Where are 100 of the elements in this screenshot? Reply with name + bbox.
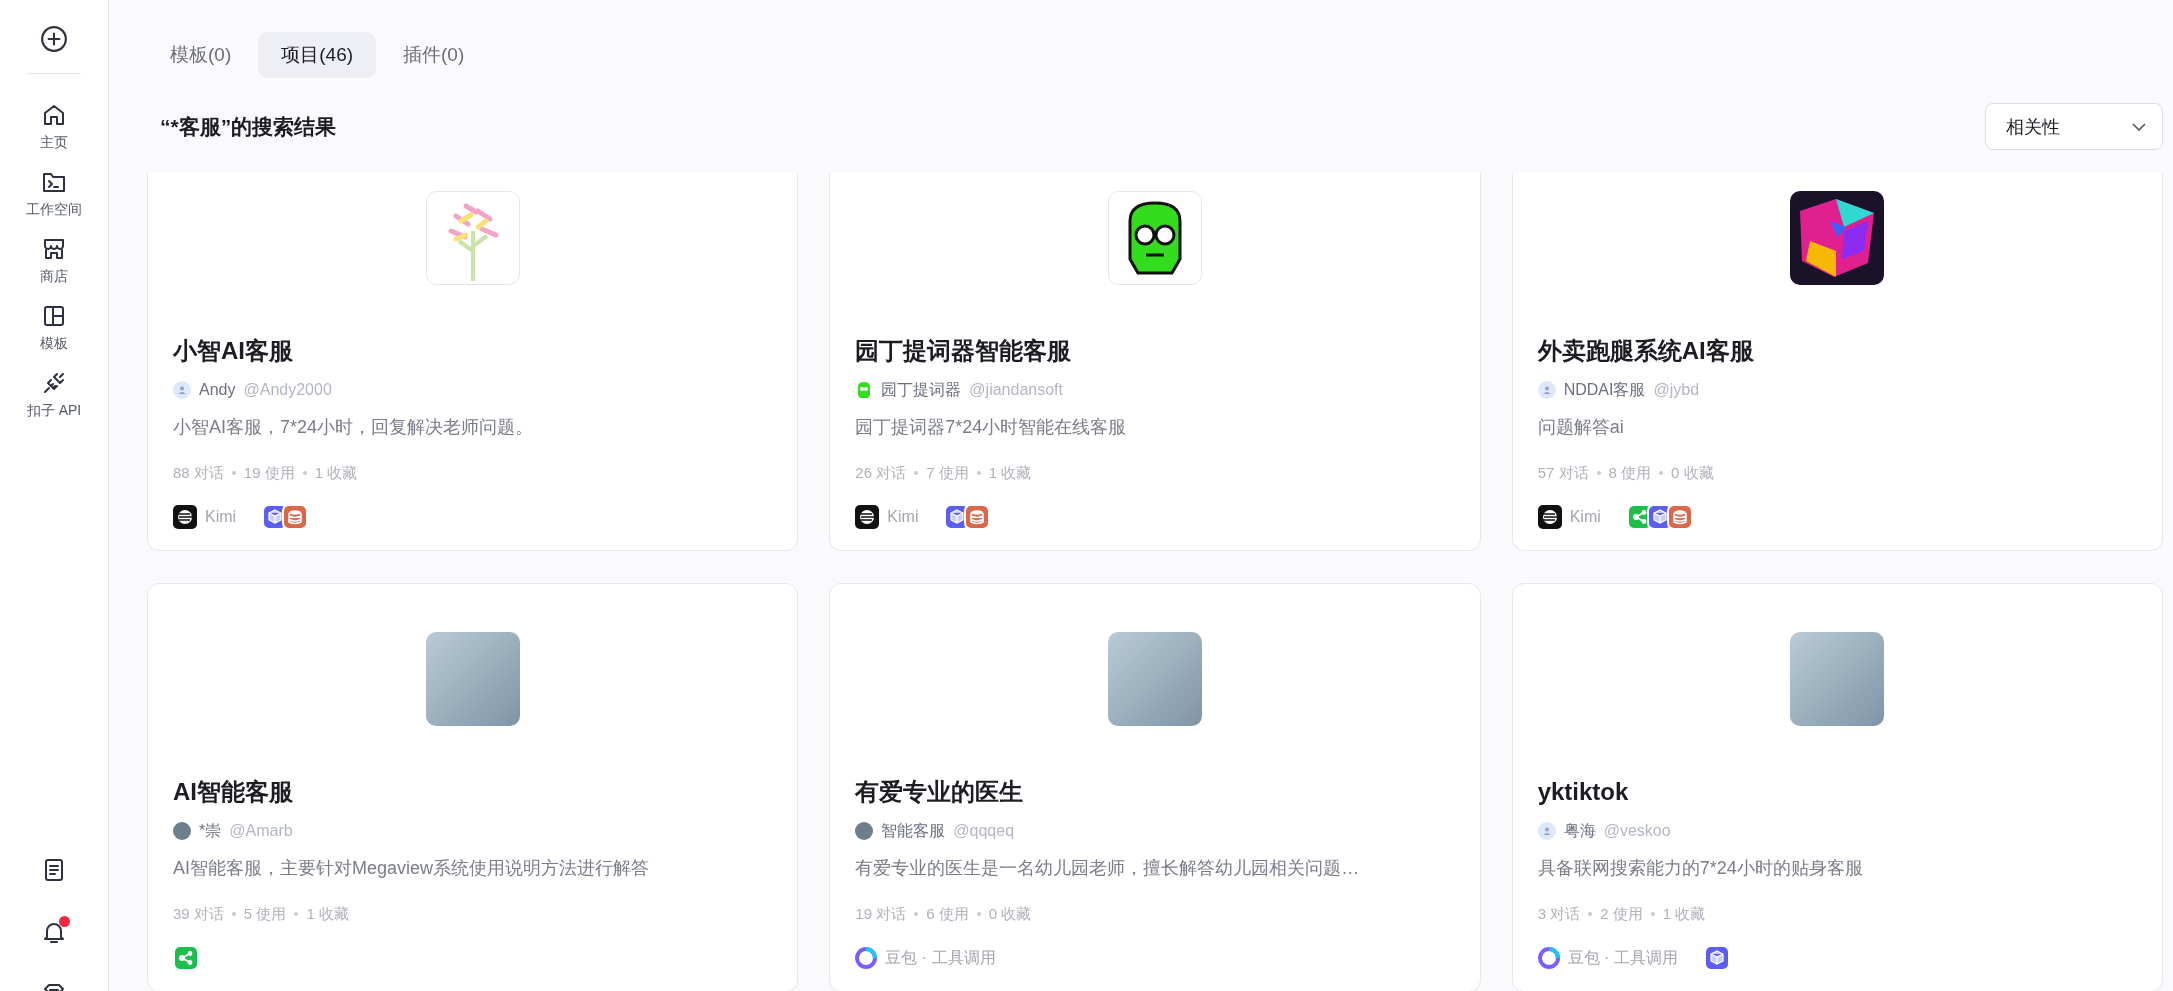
card-title: 小智AI客服 (173, 336, 294, 366)
user-avatar-icon (1537, 822, 1556, 840)
card-title: 有爱专业的医生 (855, 777, 1025, 807)
stat-text: 26 对话 (855, 463, 907, 483)
project-card[interactable]: 小智AI客服 Andy @Andy2000 小智AI客服，7*24小时，回复解决老师问题。 88 对话 19 使用 1 收藏 Kimi (147, 173, 799, 551)
doubao-logo-icon (1537, 946, 1560, 970)
separator-dot (914, 912, 919, 916)
plug-icon (41, 370, 67, 396)
card-description: 问题解答ai (1537, 416, 1625, 439)
author-handle: @Andy2000 (243, 381, 332, 399)
project-card[interactable]: 有爱专业的医生 智能客服 @qqqeq 有爱专业的医生是一名幼儿园老师，擅长解答幼儿园相关问题… 19 对话 6 使用 0 收藏 豆包 · 工具调用 (829, 583, 1481, 991)
stat-text: 1 收藏 (1662, 904, 1706, 924)
stat-text: 1 收藏 (314, 463, 358, 483)
chevron-down-icon (2132, 122, 2146, 131)
card-description: 有爱专业的医生是一名幼儿园老师，擅长解答幼儿园相关问题… (855, 857, 1361, 880)
sidebar-item[interactable]: 商店 (40, 236, 68, 286)
kimi-logo-icon (855, 505, 880, 529)
home-icon (41, 102, 67, 128)
sidebar-item[interactable]: 主页 (40, 102, 68, 152)
doubao-logo-icon (855, 946, 878, 970)
separator-dot (914, 471, 919, 475)
tab[interactable]: 项目(46) (258, 32, 377, 78)
separator-dot (1659, 471, 1664, 475)
sidebar-label: 扣子 API (26, 402, 82, 420)
project-card[interactable]: 园丁提词器智能客服 园丁提词器 @jiandansoft 园丁提词器7*24小时智能在线客服 26 对话 7 使用 1 收藏 Kimi (829, 173, 1481, 551)
plus-icon (40, 25, 68, 53)
author-name: 粤海 (1563, 820, 1596, 841)
sidebar-label: 工作空间 (26, 201, 82, 219)
project-card[interactable]: AI智能客服 *崇 @Amarb AI智能客服，主要针对Megaview系统使用说明方法进行解答 39 对话 5 使用 1 收藏 (147, 583, 799, 991)
card-title: 外卖跑腿系统AI客服 (1537, 336, 1755, 366)
stat-text: 2 使用 (1600, 904, 1643, 924)
author-handle: @Amarb (229, 822, 293, 840)
card-title: yktiktok (1537, 777, 1630, 807)
card-title: AI智能客服 (173, 777, 294, 807)
author-handle: @qqqeq (953, 822, 1015, 840)
stat-text: 3 对话 (1537, 904, 1581, 924)
sidebar-label: 商店 (40, 268, 68, 286)
author-handle: @jybd (1653, 381, 1700, 399)
separator-dot (231, 912, 236, 916)
avatar-photo-placeholder (855, 822, 874, 840)
separator-dot (231, 471, 236, 475)
author-name: NDDAI客服 (1563, 379, 1646, 400)
results-title: “*客服”的搜索结果 (160, 113, 337, 140)
sidebar-item[interactable]: 工作空间 (26, 169, 82, 219)
stat-text: 39 对话 (173, 904, 224, 924)
separator-dot (302, 471, 307, 475)
kimi-logo-icon (173, 505, 197, 529)
database-plugin-icon (1666, 504, 1693, 530)
stat-text: 8 使用 (1608, 463, 1652, 483)
user-avatar-icon (1537, 381, 1556, 399)
stat-text: 6 使用 (926, 904, 969, 924)
author-handle: @jiandansoft (969, 381, 1063, 399)
stat-text: 88 对话 (173, 463, 224, 483)
card-description: 园丁提词器7*24小时智能在线客服 (855, 416, 1128, 439)
tab[interactable]: 模板(0) (147, 32, 255, 78)
avatar-photo-placeholder (173, 822, 191, 840)
layout-icon (41, 303, 67, 329)
stat-text: 7 使用 (926, 463, 969, 483)
stat-text: 1 收藏 (988, 463, 1032, 483)
database-plugin-icon (282, 504, 309, 530)
create-button[interactable] (40, 25, 68, 53)
stat-text: 19 对话 (855, 904, 907, 924)
stat-text: 0 收藏 (1671, 463, 1714, 483)
card-description: 具备联网搜索能力的7*24小时的贴身客服 (1537, 857, 1864, 880)
nodes-plugin-icon (173, 945, 199, 971)
card-description: 小智AI客服，7*24小时，回复解决老师问题。 (173, 416, 535, 439)
cube-plugin-icon (1703, 945, 1730, 971)
card-description: AI智能客服，主要针对Megaview系统使用说明方法进行解答 (173, 857, 651, 880)
stat-text: 5 使用 (243, 904, 287, 924)
sidebar-label: 模板 (40, 335, 68, 353)
separator-dot (976, 912, 981, 916)
model-label: 豆包 · 工具调用 (1567, 947, 1678, 968)
model-label: Kimi (205, 508, 237, 526)
author-handle: @veskoo (1603, 822, 1671, 840)
project-card[interactable]: 外卖跑腿系统AI客服 NDDAI客服 @jybd 问题解答ai 57 对话 8 使用 0 收藏 Kimi (1511, 173, 2163, 551)
author-name: Andy (199, 381, 236, 399)
tab[interactable]: 插件(0) (380, 32, 488, 78)
model-label: Kimi (1569, 508, 1601, 526)
database-plugin-icon (964, 504, 991, 530)
separator-dot (1588, 912, 1593, 916)
separator-dot (1650, 912, 1655, 916)
stat-text: 1 收藏 (306, 904, 349, 924)
sidebar-item[interactable]: 扣子 API (26, 370, 82, 420)
sidebar-item[interactable]: 模板 (40, 303, 68, 353)
card-title: 园丁提词器智能客服 (855, 336, 1073, 366)
model-label: 豆包 · 工具调用 (885, 947, 996, 968)
author-name: 园丁提词器 (881, 379, 962, 400)
user-avatar-icon (173, 381, 191, 399)
author-name: *崇 (199, 820, 222, 841)
separator-dot (976, 471, 981, 475)
sort-dropdown[interactable]: 相关性 (1985, 103, 2163, 150)
store-icon (41, 236, 67, 262)
project-card[interactable]: yktiktok 粤海 @veskoo 具备联网搜索能力的7*24小时的贴身客服 3 对话 2 使用 1 收藏 豆包 · 工具调用 (1511, 583, 2163, 991)
stat-text: 57 对话 (1537, 463, 1589, 483)
separator-dot (294, 912, 299, 916)
stat-text: 0 收藏 (988, 904, 1032, 924)
notifications-button[interactable] (41, 919, 67, 945)
kimi-logo-icon (1537, 505, 1562, 529)
separator-dot (1596, 471, 1601, 475)
sidebar-label: 主页 (40, 134, 68, 152)
